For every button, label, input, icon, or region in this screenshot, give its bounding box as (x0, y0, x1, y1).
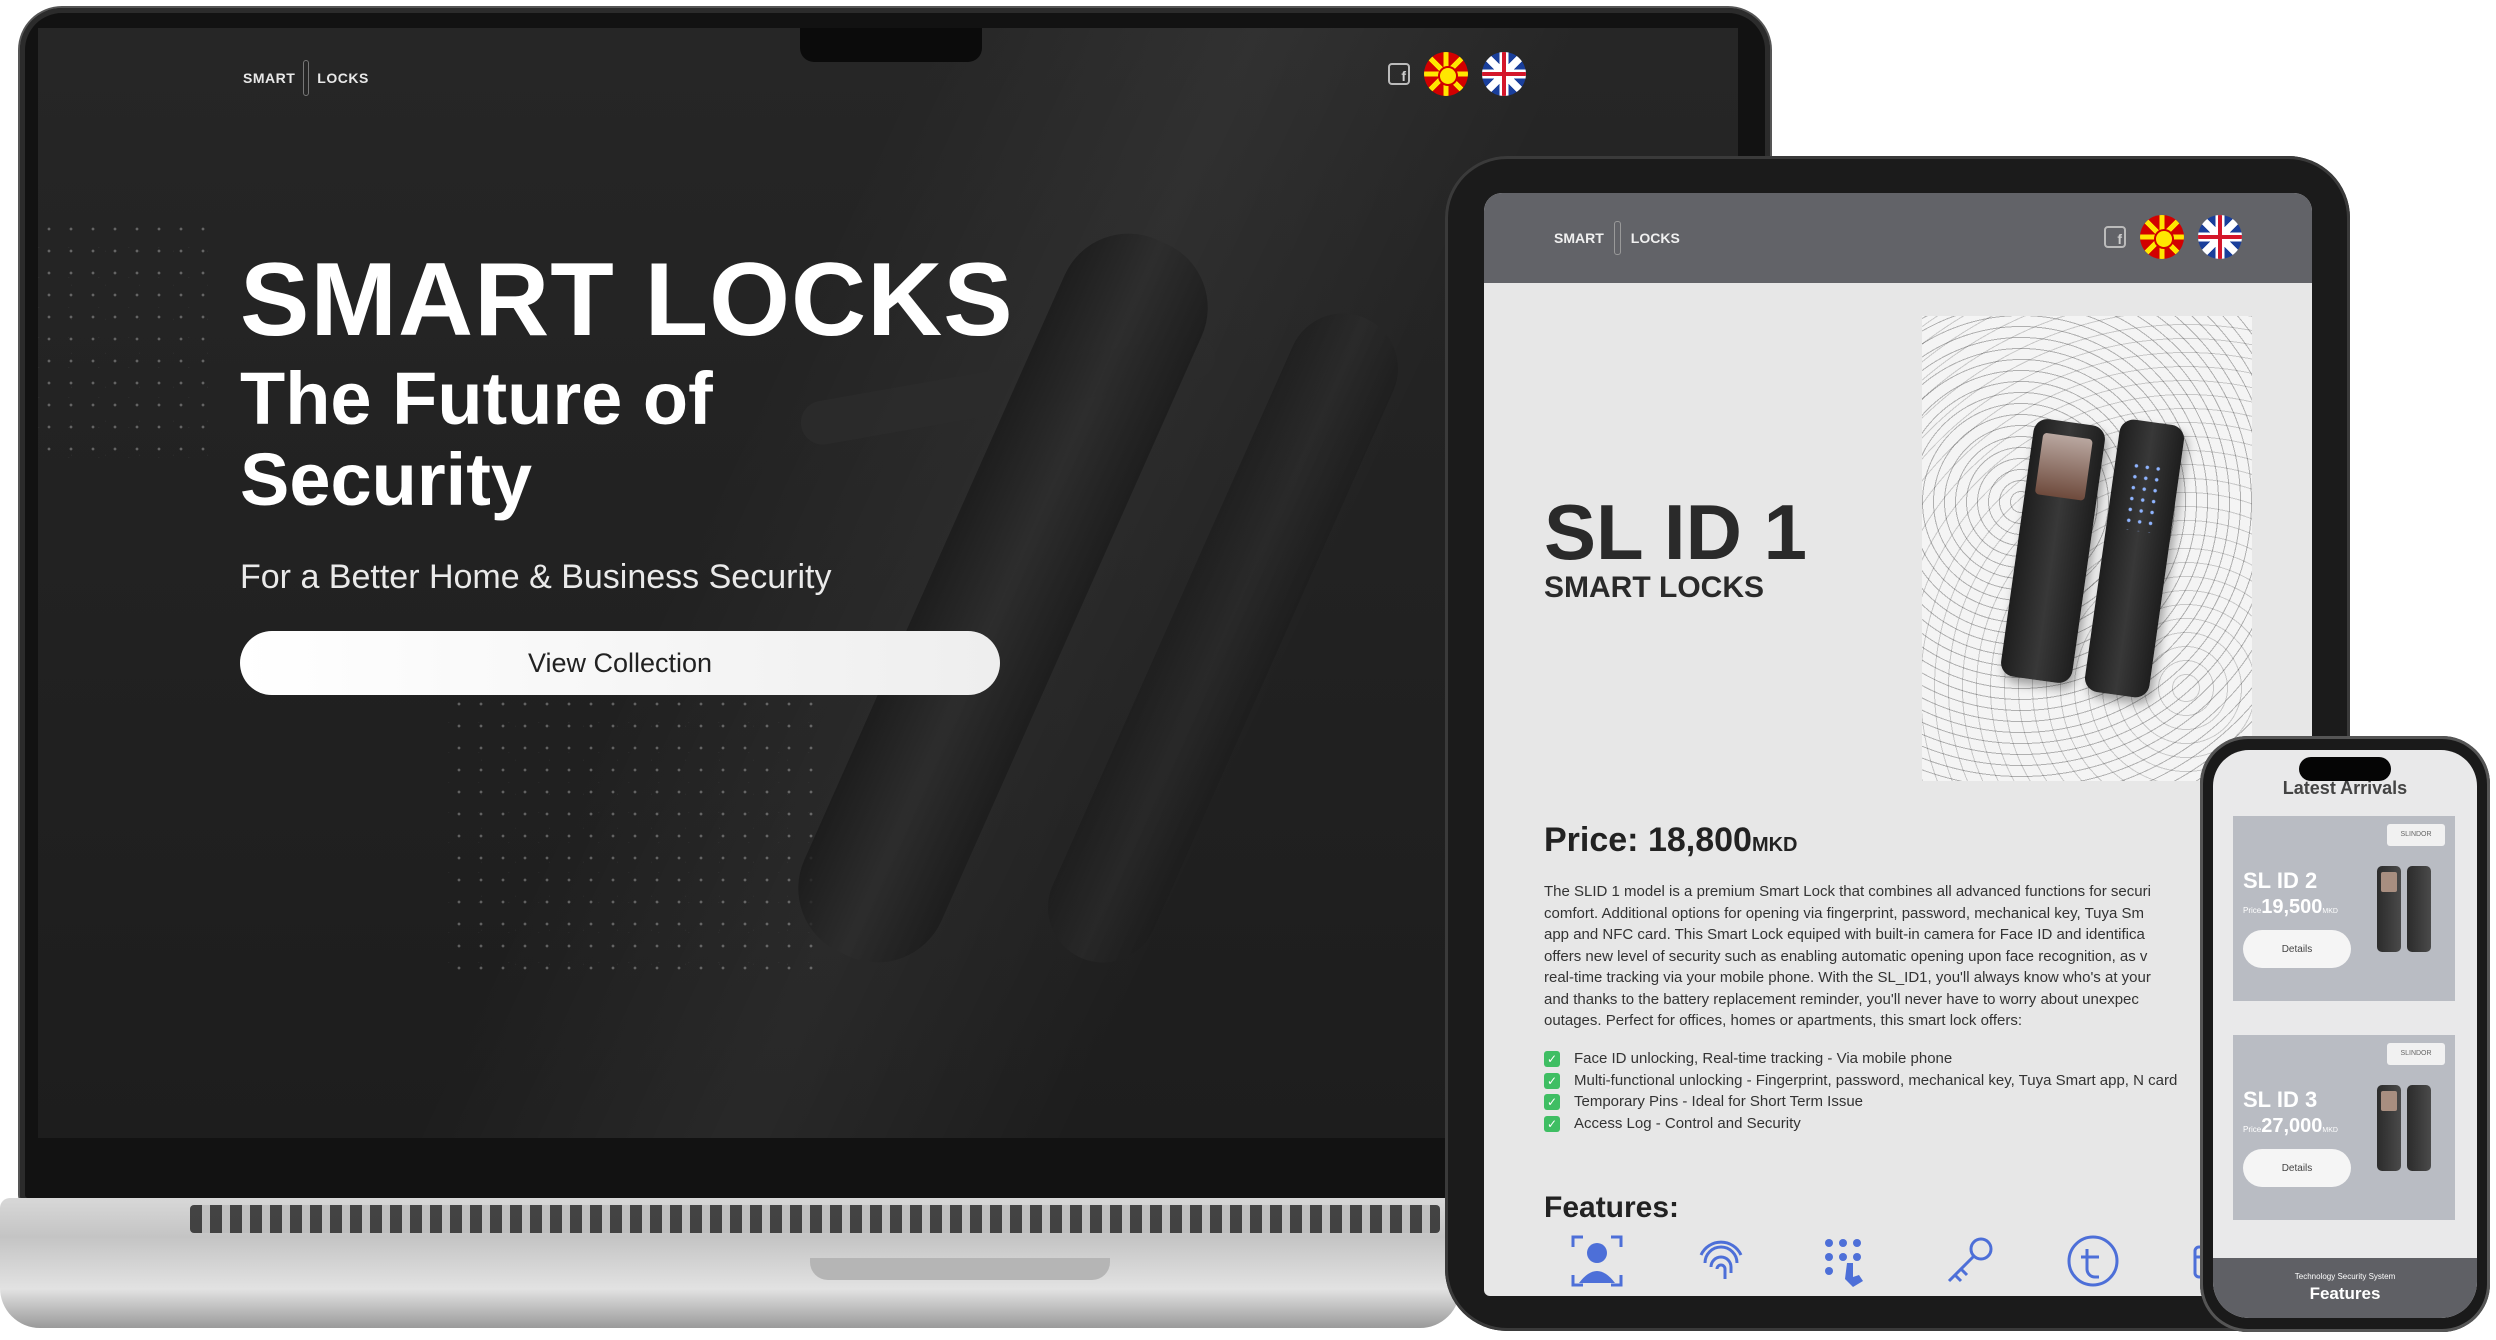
laptop-trackpad-lip (810, 1258, 1110, 1280)
dynamic-island (2299, 757, 2391, 781)
check-icon: ✓ (1544, 1115, 1560, 1132)
product-price: Price: 18,800MKD (1544, 821, 1797, 860)
latest-arrivals-heading: Latest Arrivals (2282, 778, 2408, 798)
price-prefix: Price (2243, 906, 2262, 915)
view-collection-button[interactable]: View Collection (240, 631, 1000, 695)
product-subtitle: SMART LOCKS (1544, 571, 1764, 604)
list-item: ✓ Face ID unlocking, Real-time tracking -… (1544, 1048, 2284, 1070)
key-icon[interactable] (1941, 1233, 1997, 1289)
list-item-text: Temporary Pins - Ideal for Short Term Is… (1574, 1093, 1863, 1110)
uk-flag-icon[interactable] (2198, 215, 2242, 259)
list-item-text: Face ID unlocking, Real-time tracking - … (1574, 1050, 1953, 1067)
price-currency: MKD (2322, 908, 2338, 915)
logo-bar-icon (303, 60, 310, 96)
check-icon: ✓ (1544, 1072, 1560, 1089)
header-icons: f (2104, 215, 2242, 259)
phone-footer: Technology Security System Features (2213, 1258, 2477, 1318)
mesh-pattern-decor (38, 218, 218, 458)
logo-text-right: LOCKS (317, 70, 369, 86)
lock-device-image (2373, 866, 2435, 954)
list-item: ✓ Temporary Pins - Ideal for Short Term I… (1544, 1091, 2284, 1113)
features-heading: Features: (1544, 1191, 1680, 1224)
uk-flag-icon[interactable] (1482, 52, 1526, 96)
macedonia-flag-icon[interactable] (2140, 215, 2184, 259)
price-currency: MKD (1751, 834, 1798, 856)
facebook-icon[interactable]: f (1388, 63, 1410, 85)
site-logo[interactable]: SMART LOCKS (1554, 221, 1680, 255)
feature-icons-row (1569, 1233, 2245, 1289)
brand-badge: SLINDOR (2387, 1043, 2445, 1065)
lock-camera-screen (2034, 432, 2093, 501)
lock-keypad (2121, 459, 2166, 534)
brand-badge: SLINDOR (2387, 824, 2445, 846)
site-logo[interactable]: SMART LOCKS (243, 60, 369, 96)
product-card[interactable]: SLINDOR SL ID 2 Price19,500MKD Details (2233, 816, 2455, 1001)
footer-tagline: Technology Security System (2294, 1272, 2396, 1281)
header-icons: f (1388, 52, 1526, 96)
keypad-icon[interactable] (1817, 1233, 1873, 1289)
details-button[interactable]: Details (2243, 1149, 2351, 1187)
price-prefix: Price (2243, 1125, 2262, 1134)
product-description: The SLID 1 model is a premium Smart Lock… (1544, 883, 2151, 1029)
logo-text-left: SMART (1554, 230, 1604, 246)
price-value: Price: 18,800 (1544, 821, 1752, 859)
footer-features-link[interactable]: Features (2213, 1284, 2477, 1304)
product-card-name: SL ID 2 (2243, 868, 2318, 893)
hero-title: SMART LOCKS (240, 242, 1014, 358)
product-card-price: Price19,500MKD (2243, 896, 2338, 919)
list-item: ✓ Multi-functional unlocking - Fingerprin… (1544, 1070, 2284, 1092)
tuya-app-icon[interactable] (2065, 1233, 2121, 1289)
logo-bar-icon (1613, 221, 1621, 255)
product-card-name: SL ID 3 (2243, 1087, 2318, 1112)
mesh-pattern-decor (448, 693, 818, 978)
hero-tagline: For a Better Home & Business Security (240, 558, 832, 596)
list-item-text: Access Log - Control and Security (1574, 1114, 1801, 1132)
product-title: SL ID 1 (1544, 488, 1807, 576)
fingerprint-icon[interactable] (1693, 1233, 1749, 1289)
hero-subtitle: The Future of Security (240, 357, 713, 522)
laptop-notch (800, 28, 982, 62)
details-button[interactable]: Details (2243, 930, 2351, 968)
phone-screen: Top Week Latest Arrivals SLINDOR SL ID 2… (2213, 750, 2477, 1318)
laptop-keyboard (190, 1205, 1440, 1233)
logo-text-left: SMART (243, 70, 296, 86)
price-value: 19,500 (2261, 896, 2323, 918)
facebook-icon[interactable]: f (2104, 226, 2126, 248)
lock-device-image (2373, 1085, 2435, 1173)
check-icon: ✓ (1544, 1094, 1560, 1110)
product-feature-list: ✓ Face ID unlocking, Real-time tracking -… (1544, 1048, 2284, 1134)
tablet-screen: SMART LOCKS f SL ID 1 SMART LOCKS Price:… (1484, 193, 2312, 1296)
product-card[interactable]: SLINDOR SL ID 3 Price27,000MKD Details (2233, 1035, 2455, 1220)
product-image (1922, 316, 2252, 781)
price-currency: MKD (2322, 1127, 2338, 1134)
check-icon: ✓ (1544, 1051, 1560, 1067)
logo-text-right: LOCKS (1630, 230, 1680, 246)
macedonia-flag-icon[interactable] (1424, 52, 1468, 96)
list-item: ✓ Access Log - Control and Security (1544, 1113, 2284, 1135)
tablet-header: SMART LOCKS f (1484, 193, 2312, 283)
list-item-text: Multi-functional unlocking - Fingerprint… (1574, 1071, 2178, 1089)
product-card-price: Price27,000MKD (2243, 1115, 2338, 1138)
price-value: 27,000 (2261, 1115, 2323, 1137)
face-id-icon[interactable] (1569, 1233, 1625, 1289)
